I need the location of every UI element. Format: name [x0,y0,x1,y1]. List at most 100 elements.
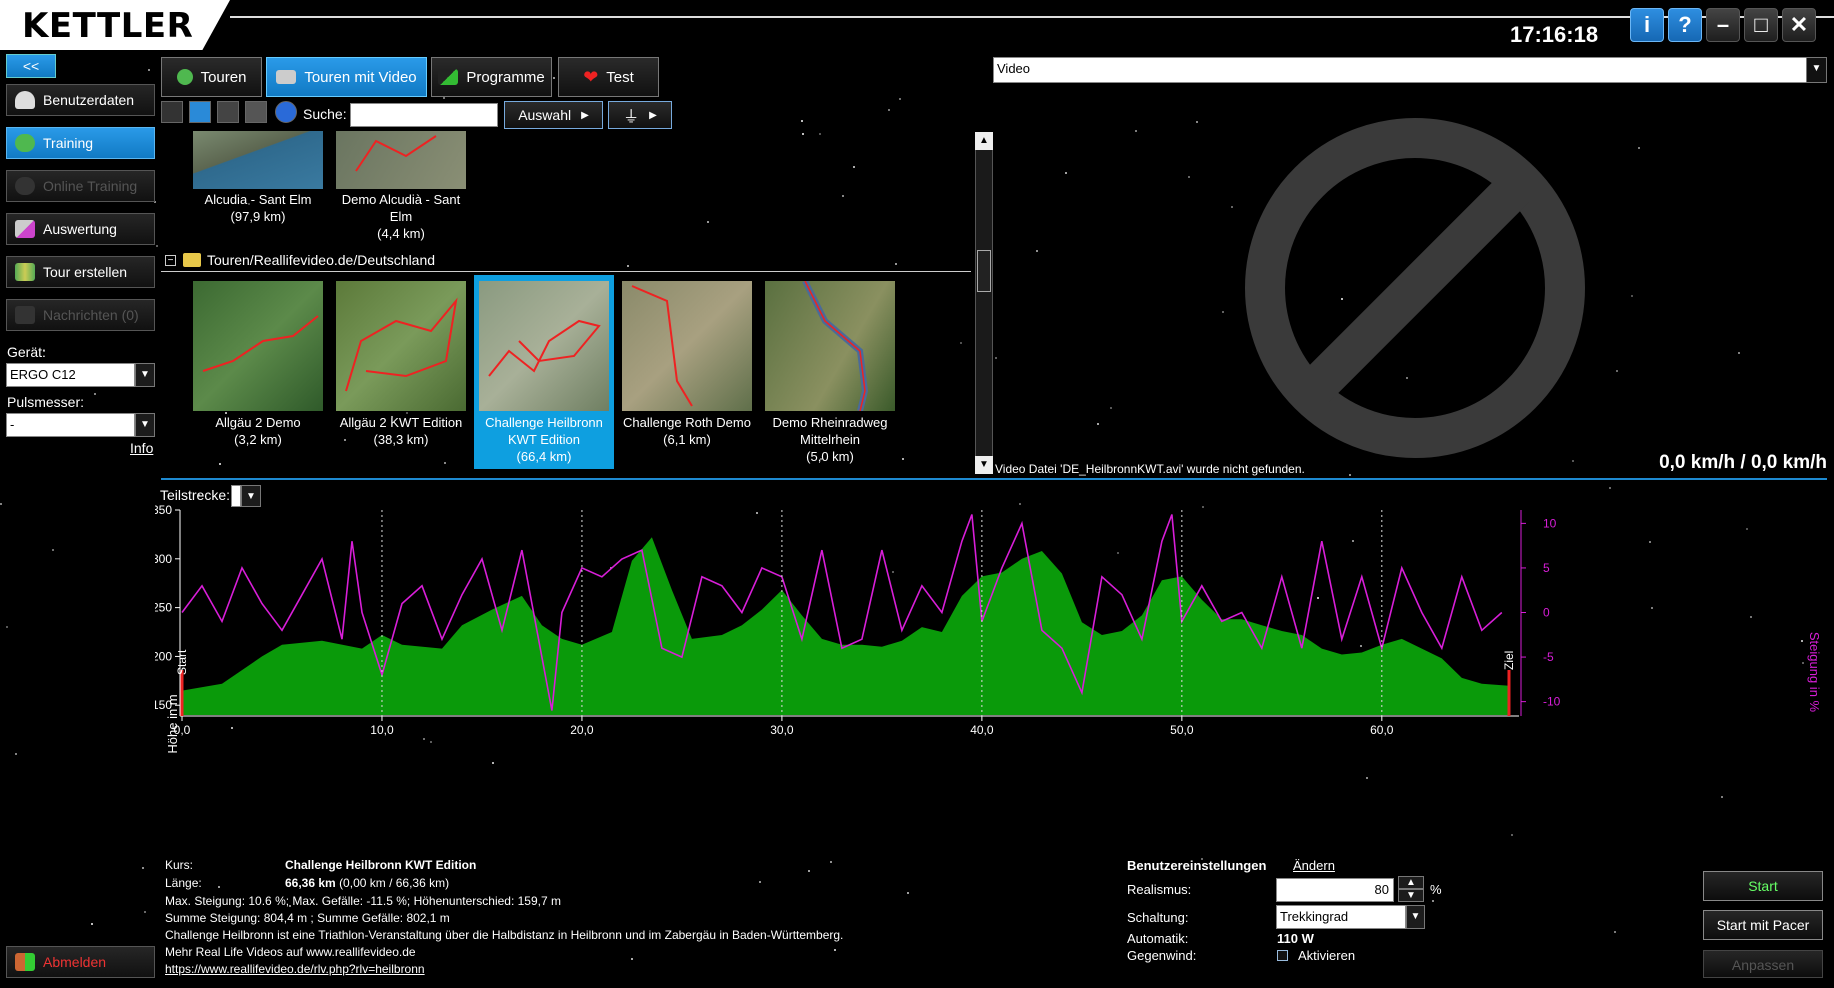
star [1065,172,1067,174]
length-detail: (0,00 km / 66,36 km) [339,876,450,890]
course-name: Challenge Heilbronn KWT Edition [285,858,477,872]
tab-label: Touren [200,68,247,86]
star [1135,130,1137,132]
chevron-down-icon[interactable]: ▼ [1806,57,1827,83]
chevron-down-icon[interactable]: ▼ [135,363,155,387]
tour-caption: Allgäu 2 KWT Edition (38,3 km) [331,414,471,448]
shift-select[interactable]: Trekkingrad [1276,905,1406,929]
scrollbar-thumb[interactable] [977,250,991,292]
length-label: Länge: [165,876,202,890]
maximize-button[interactable]: □ [1744,8,1778,42]
x-tick-label: 20,0 [570,723,594,737]
start-with-pacer-button[interactable]: Start mit Pacer [1703,910,1823,940]
no-video-icon [1245,118,1585,458]
y2-tick-label: 10 [1543,516,1557,530]
star [1616,370,1618,372]
kettler-logo: KETTLER [22,6,194,46]
settings-change-link[interactable]: Ändern [1293,858,1335,873]
clock: 17:16:18 [1510,22,1599,47]
tab-label: Touren mit Video [304,68,417,86]
scroll-down-icon[interactable]: ▼ [975,456,993,474]
search-input[interactable] [350,103,498,127]
star [1222,311,1224,313]
user-icon [15,91,35,109]
course-label: Kurs: [165,858,194,872]
logout-label: Abmelden [43,954,107,970]
folder-icon [183,253,201,267]
globe-icon[interactable] [275,101,297,123]
tour-thumbnail[interactable] [336,131,466,189]
start-button[interactable]: Start [1703,871,1823,901]
star [899,98,901,100]
start-label: Start [175,649,189,675]
pulse-select[interactable]: - [6,413,135,437]
device-select[interactable]: ERGO C12 [6,363,135,387]
tour-distance: (3,2 km) [234,432,282,447]
close-button[interactable]: ✕ [1782,8,1816,42]
envelope-icon [15,306,35,324]
star [553,77,555,79]
collapse-all-icon[interactable] [161,101,183,123]
route-line-icon [488,319,601,377]
scroll-up-icon[interactable]: ▲ [975,132,993,150]
tab-touren[interactable]: Touren [161,57,262,97]
sidebar-item-benutzerdaten[interactable]: Benutzerdaten [6,84,155,116]
collapse-sidebar-button[interactable]: << [6,54,56,78]
tab-test[interactable]: ❤ Test [558,57,659,97]
tile-view-icon[interactable] [189,101,211,123]
tour-distance: (4,4 km) [377,226,425,241]
info-button[interactable]: i [1630,8,1664,42]
elevation-area [182,537,1509,715]
chevron-down-icon[interactable]: ▼ [1406,905,1425,929]
tour-thumbnail[interactable] [765,279,895,412]
course-stats-1: Max. Steigung: 10.6 %; Max. Gefälle: -11… [165,894,561,908]
sidebar-item-auswertung[interactable]: Auswertung [6,213,155,245]
sidebar-item-online-training: Online Training [6,170,155,202]
info-link[interactable]: Info [130,440,153,456]
realism-input[interactable]: 80 [1276,878,1394,902]
star [1349,474,1351,476]
tab-programme[interactable]: Programme [431,57,552,97]
logout-button[interactable]: Abmelden [6,946,155,978]
video-source-select[interactable]: Video [993,57,1827,83]
tour-thumbnail[interactable] [193,131,323,189]
tour-distance: (6,1 km) [663,432,711,447]
sidebar-item-tour-erstellen[interactable]: Tour erstellen [6,256,155,288]
list-view-icon[interactable] [217,101,239,123]
tour-name: Challenge Roth Demo [623,415,751,430]
filter-dropdown[interactable]: ⏚ ▶ [608,101,672,129]
selection-dropdown[interactable]: Auswahl ▶ [504,101,603,129]
star [1738,352,1740,354]
tour-thumbnail[interactable] [622,281,752,411]
tab-touren-mit-video[interactable]: Touren mit Video [266,57,427,97]
y-tick-label: 250 [155,601,172,615]
tour-thumbnail[interactable] [479,281,609,411]
more-videos-text: Mehr Real Life Videos auf www.reallifevi… [165,945,416,959]
realism-label: Realismus: [1127,882,1192,897]
minimize-button[interactable]: – [1706,8,1740,42]
decrement-icon[interactable]: ▼ [1398,889,1424,902]
y-tick-label: 300 [155,552,172,566]
star [1196,121,1198,123]
sidebar-item-training[interactable]: Training [6,127,155,159]
elevation-profile-chart[interactable]: Höhe in m Steigung in % 0,0 10,0 20,0 30,0 4… [155,502,1834,862]
x-tick-label: 0,0 [174,723,191,737]
star [1614,931,1616,933]
sidebar-item-label: Nachrichten (0) [43,307,139,323]
course-url-link[interactable]: https://www.reallifevideo.de/rlv.php?rlv… [165,961,1115,977]
filter-icon: ⏚ [623,109,640,126]
tour-thumbnail[interactable] [193,281,323,411]
group-divider [161,271,971,272]
tour-list-scrollbar[interactable] [975,132,993,474]
increment-icon[interactable]: ▲ [1398,876,1424,889]
star [94,393,96,395]
users-icon[interactable] [245,101,267,123]
star [1036,250,1038,252]
tour-thumbnail[interactable] [336,281,466,411]
star [15,753,17,755]
help-button[interactable]: ? [1668,8,1702,42]
chevron-down-icon[interactable]: ▼ [135,413,155,437]
y2-tick-label: 5 [1543,561,1550,575]
group-collapse-toggle[interactable]: − [165,255,176,266]
headwind-checkbox[interactable] [1277,950,1288,961]
